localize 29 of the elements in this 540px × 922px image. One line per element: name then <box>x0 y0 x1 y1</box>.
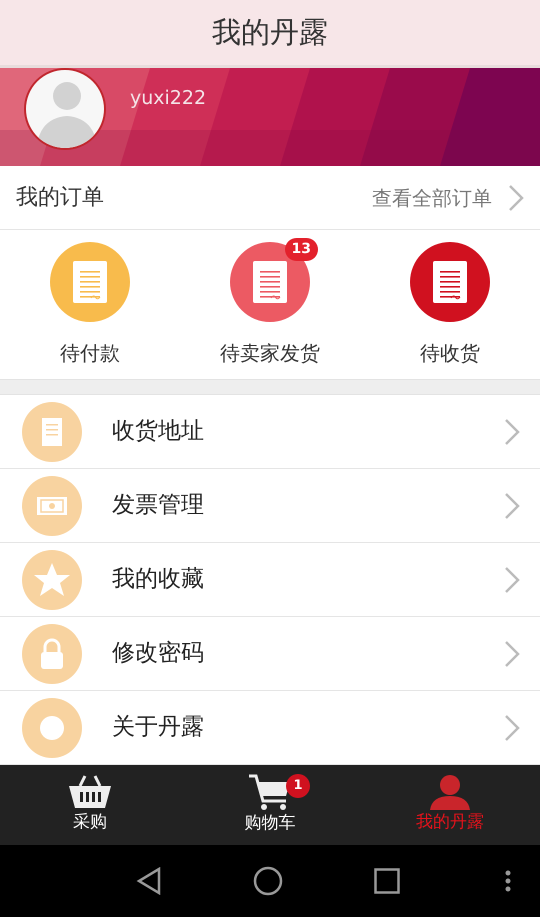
order-status-button[interactable]: 待收货 <box>375 242 525 368</box>
section-title: 我的订单 <box>16 184 104 212</box>
username: yuxi222 <box>130 86 206 111</box>
order-status-button[interactable]: 待付款 <box>15 242 165 368</box>
chevron-right-icon <box>508 184 524 212</box>
document-icon <box>433 260 467 302</box>
chevron-right-icon <box>504 640 520 668</box>
home-icon[interactable] <box>253 866 283 896</box>
menu-item[interactable]: 修改密码 <box>0 617 540 691</box>
chevron-right-icon <box>504 492 520 520</box>
count-badge: 1 <box>286 774 310 798</box>
tab[interactable]: 购物车 1 <box>200 772 340 838</box>
document-icon <box>73 260 107 302</box>
view-all-orders-link[interactable]: 查看全部订单 <box>372 182 524 212</box>
back-icon[interactable] <box>136 867 162 895</box>
menu-item[interactable]: 发票管理 <box>0 469 540 543</box>
count-badge: 13 <box>284 238 318 260</box>
tab[interactable]: 采购 <box>20 773 160 837</box>
chevron-right-icon <box>504 714 520 742</box>
menu-item[interactable]: 我的收藏 <box>0 543 540 617</box>
basket-icon <box>68 774 112 810</box>
document-icon <box>253 260 287 302</box>
more-icon[interactable] <box>505 870 511 892</box>
page-title: 我的丹露 <box>212 14 328 51</box>
chevron-right-icon <box>504 418 520 446</box>
menu-item[interactable]: 收货地址 <box>0 395 540 469</box>
recents-icon[interactable] <box>374 868 400 894</box>
person-icon <box>429 774 471 810</box>
chevron-right-icon <box>504 566 520 594</box>
